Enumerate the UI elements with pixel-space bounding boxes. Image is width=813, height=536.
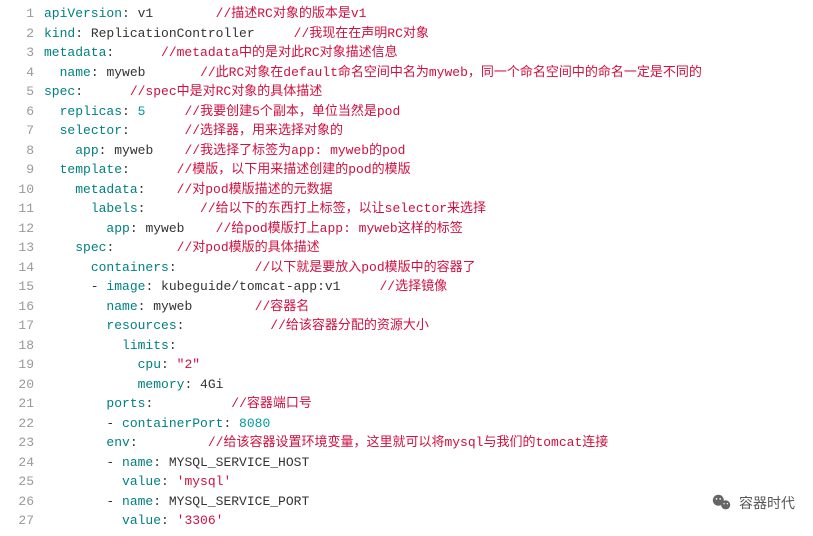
code-line: 24 - name: MYSQL_SERVICE_HOST xyxy=(0,453,813,473)
code-content: template: //模版，以下用来描述创建的pod的模版 xyxy=(44,160,411,180)
line-number: 9 xyxy=(0,160,44,180)
code-line: 14 containers: //以下就是要放入pod模版中的容器了 xyxy=(0,258,813,278)
line-number: 5 xyxy=(0,82,44,102)
code-content: - containerPort: 8080 xyxy=(44,414,270,434)
line-number: 17 xyxy=(0,316,44,336)
code-line: 12 app: myweb //给pod模版打上app: myweb这样的标签 xyxy=(0,219,813,239)
line-number: 4 xyxy=(0,63,44,83)
code-content: - image: kubeguide/tomcat-app:v1 //选择镜像 xyxy=(44,277,447,297)
code-line: 19 cpu: "2" xyxy=(0,355,813,375)
code-content: cpu: "2" xyxy=(44,355,200,375)
code-content: metadata: //metadata中的是对此RC对象描述信息 xyxy=(44,43,398,63)
line-number: 2 xyxy=(0,24,44,44)
code-line: 4 name: myweb //此RC对象在default命名空间中名为mywe… xyxy=(0,63,813,83)
line-number: 12 xyxy=(0,219,44,239)
line-number: 1 xyxy=(0,4,44,24)
code-content: replicas: 5 //我要创建5个副本，单位当然是pod xyxy=(44,102,400,122)
line-number: 21 xyxy=(0,394,44,414)
code-line: 15 - image: kubeguide/tomcat-app:v1 //选择… xyxy=(0,277,813,297)
line-number: 26 xyxy=(0,492,44,512)
line-number: 11 xyxy=(0,199,44,219)
code-line: 26 - name: MYSQL_SERVICE_PORT xyxy=(0,492,813,512)
line-number: 14 xyxy=(0,258,44,278)
wechat-icon xyxy=(711,492,733,514)
code-line: 3metadata: //metadata中的是对此RC对象描述信息 xyxy=(0,43,813,63)
code-content: app: myweb //我选择了标签为app: myweb的pod xyxy=(44,141,406,161)
yaml-code-block: 1apiVersion: v1 //描述RC对象的版本是v12kind: Rep… xyxy=(0,0,813,536)
code-line: 5spec: //spec中是对RC对象的具体描述 xyxy=(0,82,813,102)
code-line: 11 labels: //给以下的东西打上标签，以让selector来选择 xyxy=(0,199,813,219)
code-content: value: '3306' xyxy=(44,511,223,531)
code-line: 7 selector: //选择器，用来选择对象的 xyxy=(0,121,813,141)
line-number: 8 xyxy=(0,141,44,161)
line-number: 20 xyxy=(0,375,44,395)
line-number: 13 xyxy=(0,238,44,258)
code-line: 2kind: ReplicationController //我现在在声明RC对… xyxy=(0,24,813,44)
line-number: 24 xyxy=(0,453,44,473)
code-content: env: //给该容器设置环境变量，这里就可以将mysql与我们的tomcat连… xyxy=(44,433,608,453)
line-number: 15 xyxy=(0,277,44,297)
code-content: kind: ReplicationController //我现在在声明RC对象 xyxy=(44,24,429,44)
code-content: name: myweb //此RC对象在default命名空间中名为myweb，… xyxy=(44,63,702,83)
code-line: 27 value: '3306' xyxy=(0,511,813,531)
code-line: 21 ports: //容器端口号 xyxy=(0,394,813,414)
code-content: metadata: //对pod模版描述的元数据 xyxy=(44,180,333,200)
code-line: 22 - containerPort: 8080 xyxy=(0,414,813,434)
code-line: 17 resources: //给该容器分配的资源大小 xyxy=(0,316,813,336)
line-number: 18 xyxy=(0,336,44,356)
line-number: 22 xyxy=(0,414,44,434)
code-content: value: 'mysql' xyxy=(44,472,231,492)
code-line: 1apiVersion: v1 //描述RC对象的版本是v1 xyxy=(0,4,813,24)
code-line: 6 replicas: 5 //我要创建5个副本，单位当然是pod xyxy=(0,102,813,122)
code-content: spec: //spec中是对RC对象的具体描述 xyxy=(44,82,322,102)
line-number: 19 xyxy=(0,355,44,375)
code-content: resources: //给该容器分配的资源大小 xyxy=(44,316,429,336)
code-line: 18 limits: xyxy=(0,336,813,356)
code-line: 20 memory: 4Gi xyxy=(0,375,813,395)
code-line: 16 name: myweb //容器名 xyxy=(0,297,813,317)
code-content: limits: xyxy=(44,336,177,356)
code-content: name: myweb //容器名 xyxy=(44,297,309,317)
code-content: labels: //给以下的东西打上标签，以让selector来选择 xyxy=(44,199,486,219)
code-content: - name: MYSQL_SERVICE_HOST xyxy=(44,453,309,473)
line-number: 27 xyxy=(0,511,44,531)
code-content: containers: //以下就是要放入pod模版中的容器了 xyxy=(44,258,476,278)
line-number: 6 xyxy=(0,102,44,122)
line-number: 16 xyxy=(0,297,44,317)
code-content: memory: 4Gi xyxy=(44,375,223,395)
code-line: 9 template: //模版，以下用来描述创建的pod的模版 xyxy=(0,160,813,180)
line-number: 10 xyxy=(0,180,44,200)
code-line: 13 spec: //对pod模版的具体描述 xyxy=(0,238,813,258)
line-number: 3 xyxy=(0,43,44,63)
code-content: - name: MYSQL_SERVICE_PORT xyxy=(44,492,309,512)
code-line: 8 app: myweb //我选择了标签为app: myweb的pod xyxy=(0,141,813,161)
watermark: 容器时代 xyxy=(711,492,795,514)
line-number: 23 xyxy=(0,433,44,453)
code-content: apiVersion: v1 //描述RC对象的版本是v1 xyxy=(44,4,366,24)
code-content: selector: //选择器，用来选择对象的 xyxy=(44,121,343,141)
code-content: spec: //对pod模版的具体描述 xyxy=(44,238,320,258)
watermark-text: 容器时代 xyxy=(739,493,795,514)
line-number: 7 xyxy=(0,121,44,141)
code-line: 10 metadata: //对pod模版描述的元数据 xyxy=(0,180,813,200)
code-content: ports: //容器端口号 xyxy=(44,394,312,414)
code-content: app: myweb //给pod模版打上app: myweb这样的标签 xyxy=(44,219,463,239)
line-number: 25 xyxy=(0,472,44,492)
code-line: 25 value: 'mysql' xyxy=(0,472,813,492)
code-line: 23 env: //给该容器设置环境变量，这里就可以将mysql与我们的tomc… xyxy=(0,433,813,453)
